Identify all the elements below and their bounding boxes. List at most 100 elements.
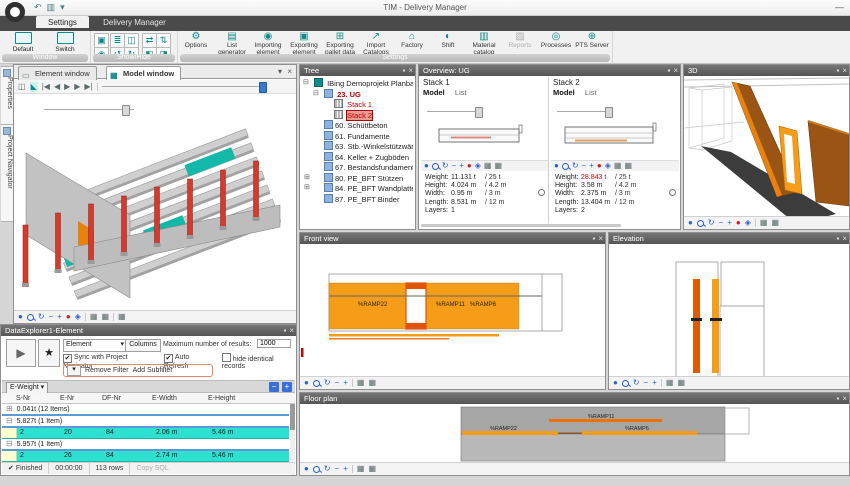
flip-vertical-icon[interactable]: ⇅ [156,33,171,48]
stack-preview-viewport[interactable] [421,111,549,159]
showhide-list-icon[interactable]: ≣ [110,33,125,48]
tab-delivery-manager[interactable]: Delivery Manager [91,16,178,28]
rotate-icon[interactable]: ↻ [633,378,640,388]
zoom-out-icon[interactable]: − [719,218,724,228]
print-icon[interactable]: ▦ [614,161,622,171]
center-point-icon[interactable]: ● [66,312,71,322]
build-progress-slider[interactable] [102,86,267,87]
tab-model[interactable]: Model [553,88,575,97]
zoom-icon[interactable] [27,314,34,321]
column-header[interactable]: S-Nr [16,393,60,403]
close-icon[interactable]: × [287,67,292,76]
center-point-icon[interactable]: ● [597,161,602,171]
print-icon[interactable]: ▦ [357,378,365,388]
pts-server-button[interactable]: ⊕ PTS Server [574,32,610,54]
copy-view-icon[interactable]: ▦ [771,218,779,228]
showhide-split-icon[interactable]: ◫ [124,33,139,48]
scrollbar-thumb[interactable] [290,404,295,430]
zoom-in-icon[interactable]: + [459,161,464,171]
pin-icon[interactable]: ▪ [836,65,839,76]
stack-select-radio[interactable] [669,189,676,196]
zoom-icon[interactable] [432,163,439,170]
rotate-icon[interactable]: ↻ [442,161,449,171]
close-icon[interactable]: × [408,65,413,76]
entity-select[interactable]: Element ▾ [63,339,127,352]
columns-button[interactable]: Columns [125,339,161,352]
table-row[interactable]: 2 26 84 2.74 m 5.46 m [2,451,289,462]
pan-icon[interactable]: ● [424,161,429,171]
processes-button[interactable]: ◎ Processes [538,32,574,54]
importing-element-data-button[interactable]: ◉ Importing element data [250,32,286,54]
pin-icon[interactable]: ▪ [836,233,839,244]
import-catalogs-button[interactable]: ↗ Import Catalogs [358,32,394,54]
copy-view-icon[interactable]: ▦ [624,161,632,171]
close-icon[interactable]: × [598,233,603,244]
filter-dropdown[interactable]: ▾ [67,365,81,376]
print-icon[interactable]: ▦ [484,161,492,171]
max-results-input[interactable] [257,339,291,348]
exporting-pallet-data-button[interactable]: ⊞ Exporting pallet data [322,32,358,54]
pan-icon[interactable]: ● [18,312,23,322]
tree-item[interactable]: 87. PE_BFT Binder [302,194,413,205]
tree-item[interactable]: 64. Keller + Zugböden [302,152,413,163]
zoom-out-icon[interactable]: − [582,161,587,171]
copy-view-icon[interactable]: ▦ [368,378,376,388]
floorplan-viewport[interactable]: %RAMP11 %RAMP22 %RAMP6 [300,404,849,462]
print-icon[interactable]: ▦ [90,312,98,322]
switch-button[interactable]: Switch [45,32,85,54]
close-icon[interactable]: × [673,65,678,76]
column-header[interactable]: E-Nr [60,393,102,403]
elevation-viewport[interactable] [609,244,849,376]
stack-select-radio[interactable] [538,189,545,196]
rotate-icon[interactable]: ↻ [708,218,715,228]
zoom-out-icon[interactable]: − [335,464,340,474]
tree-item[interactable]: 60. Schüttbeton [302,120,413,131]
model-3d-viewport[interactable] [14,95,296,310]
pan-icon[interactable]: ● [304,464,309,474]
zoom-out-icon[interactable]: − [49,312,54,322]
tab-list[interactable]: List [455,88,467,97]
panel-dropdown-icon[interactable]: ▾ [278,67,282,76]
expand-icon[interactable]: ⊞ [6,404,13,414]
collapse-icon[interactable]: ⊟ [303,78,309,89]
tab-model-window[interactable]: ▦ Model window [106,66,181,80]
hide-identical-checkbox[interactable]: hide identical records [222,353,296,370]
run-query-button[interactable]: ▶ [6,339,36,367]
options-button[interactable]: ⚙ Options [178,32,214,54]
group-row[interactable]: ⊞ 0.041t (12 Items) [2,404,289,416]
center-point-icon[interactable]: ● [736,218,741,228]
expand-icon[interactable]: ⊞ [304,173,310,184]
factory-button[interactable]: ⌂ Factory [394,32,430,54]
default-button[interactable]: Default [3,32,43,54]
pin-icon[interactable]: ▪ [592,233,595,244]
material-catalog-button[interactable]: ▥ Material catalog [466,32,502,54]
zoom-in-icon[interactable]: + [589,161,594,171]
fit-view-icon[interactable]: ◈ [745,218,751,228]
group-row[interactable]: ⊟ 5.827t (1 Item) [2,416,289,428]
app-logo-icon[interactable] [5,2,25,22]
print-icon[interactable]: ▦ [666,378,674,388]
zoom-icon[interactable] [313,466,320,473]
table-row[interactable]: 2 20 84 2.06 m 5.46 m [2,428,289,439]
tree-item[interactable]: ⊞ 84. PE_BFT Wandplatten [302,183,413,194]
step-forward-icon[interactable]: ▶ [74,82,80,92]
slider-handle[interactable] [259,82,267,93]
pin-icon[interactable]: ▪ [402,65,405,76]
group-row[interactable]: ⊟ 5.957t (1 Item) [2,439,289,451]
copy-view-icon[interactable]: ▦ [494,161,502,171]
frontview-viewport[interactable]: %RAMP22 %RAMP11 %RAMP6 [300,244,605,376]
column-header[interactable]: E-Width [152,393,208,403]
tree-item[interactable]: ⊟ 23. UG [302,89,413,100]
copy-view-icon[interactable]: ▦ [368,464,376,474]
group-row[interactable]: ⊞ 8.662t (1 Item) [2,474,289,475]
zoom-out-icon[interactable]: − [335,378,340,388]
collapse-icon[interactable]: ⊟ [6,439,13,449]
explode-view-icon[interactable]: ◣ [30,82,38,92]
expand-all-button[interactable]: + [282,382,292,392]
step-last-icon[interactable]: ▶| [84,82,92,92]
copy-view-icon[interactable]: ▦ [101,312,109,322]
step-first-icon[interactable]: |◀ [42,82,50,92]
zoom-out-icon[interactable]: − [644,378,649,388]
list-generator-button[interactable]: ▤ List generator [214,32,250,54]
tree-item[interactable]: ⊟ IBing Demoprojekt Planbar 2021 [302,78,413,89]
